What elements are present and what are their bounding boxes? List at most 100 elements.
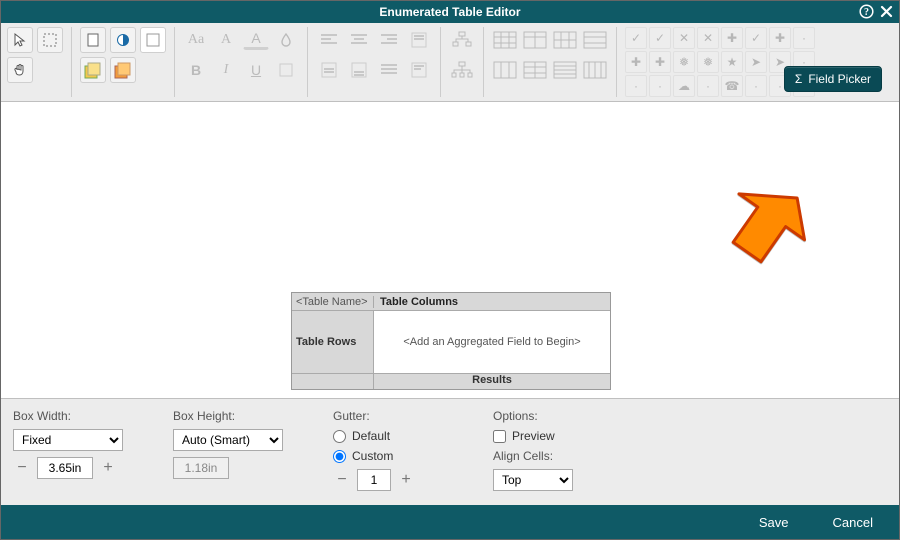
- align-cells-label: Align Cells:: [493, 449, 613, 463]
- table-c-icon[interactable]: [552, 27, 578, 53]
- style-more-icon[interactable]: [273, 57, 299, 83]
- preview-checkbox[interactable]: Preview: [493, 429, 613, 443]
- text-box-icon[interactable]: [406, 57, 432, 83]
- box-width-spin: − +: [13, 457, 133, 479]
- font-family-icon[interactable]: A: [213, 27, 239, 53]
- symbol-cell[interactable]: ✓: [745, 27, 767, 49]
- font-color-icon[interactable]: A: [243, 27, 269, 50]
- symbol-cell[interactable]: ✚: [769, 27, 791, 49]
- symbol-cell[interactable]: ·: [697, 75, 719, 97]
- symbol-cell[interactable]: ✕: [673, 27, 695, 49]
- symbol-cell[interactable]: ✕: [697, 27, 719, 49]
- valign-middle-icon[interactable]: [316, 57, 342, 83]
- italic-icon[interactable]: I: [213, 57, 239, 83]
- options-group: Options: Preview Align Cells: Top: [493, 409, 613, 491]
- window: Enumerated Table Editor ?: [0, 0, 900, 540]
- align-center-icon[interactable]: [346, 27, 372, 53]
- symbol-cell[interactable]: ❅: [697, 51, 719, 73]
- table-b-icon[interactable]: [522, 27, 548, 53]
- stack-yellow-icon[interactable]: [80, 57, 106, 83]
- tool-group-align: [316, 27, 441, 97]
- toolbar: Aa A A B I U: [1, 23, 899, 102]
- box-width-group: Box Width: Fixed − +: [13, 409, 133, 491]
- symbol-cell[interactable]: ·: [745, 75, 767, 97]
- font-size-icon[interactable]: Aa: [183, 27, 209, 53]
- page-icon[interactable]: [80, 27, 106, 53]
- contrast-icon[interactable]: [110, 27, 136, 53]
- justify-icon[interactable]: [376, 57, 402, 83]
- preview-label: Preview: [512, 429, 555, 443]
- symbol-cell[interactable]: ·: [793, 27, 815, 49]
- gutter-decrease-button[interactable]: −: [333, 469, 351, 491]
- symbol-cell[interactable]: ❅: [673, 51, 695, 73]
- stack-orange-icon[interactable]: [110, 57, 136, 83]
- symbol-cell[interactable]: ·: [649, 75, 671, 97]
- field-picker-button[interactable]: Σ Field Picker: [784, 66, 882, 92]
- window-title: Enumerated Table Editor: [379, 5, 520, 19]
- box-width-decrease-button[interactable]: −: [13, 457, 31, 479]
- gutter-default-radio[interactable]: Default: [333, 429, 453, 443]
- enumerated-table[interactable]: <Table Name> Table Columns Table Rows <A…: [291, 292, 611, 390]
- align-left-icon[interactable]: [316, 27, 342, 53]
- table-h-icon[interactable]: [582, 57, 608, 83]
- table-name-cell[interactable]: <Table Name>: [292, 296, 374, 308]
- callout-arrow-icon: [721, 180, 811, 270]
- table-rows-header[interactable]: Table Rows: [292, 311, 374, 373]
- tree-icon[interactable]: [449, 57, 475, 83]
- field-picker-label: Field Picker: [808, 72, 871, 86]
- valign-top-icon[interactable]: [406, 27, 432, 53]
- table-g-icon[interactable]: [552, 57, 578, 83]
- box-width-mode-select[interactable]: Fixed: [13, 429, 123, 451]
- symbol-cell[interactable]: ➤: [745, 51, 767, 73]
- tool-group-selection: [7, 27, 72, 97]
- box-height-input: [173, 457, 229, 479]
- underline-icon[interactable]: U: [243, 57, 269, 83]
- blank-page-icon[interactable]: [140, 27, 166, 53]
- save-button[interactable]: Save: [759, 515, 789, 530]
- tool-group-font: Aa A A B I U: [183, 27, 308, 97]
- bold-icon[interactable]: B: [183, 57, 209, 83]
- table-columns-header[interactable]: Table Columns: [374, 296, 610, 308]
- help-icon[interactable]: ?: [859, 4, 874, 21]
- cancel-button[interactable]: Cancel: [833, 515, 873, 530]
- gutter-spin: − +: [333, 469, 453, 491]
- symbol-cell[interactable]: ✓: [649, 27, 671, 49]
- pointer-tool-icon[interactable]: [7, 27, 33, 53]
- title-bar: Enumerated Table Editor ?: [1, 1, 899, 23]
- align-cells-select[interactable]: Top: [493, 469, 573, 491]
- marquee-tool-icon[interactable]: [37, 27, 63, 53]
- symbol-cell[interactable]: ✚: [721, 27, 743, 49]
- table-results-label: Results: [374, 374, 610, 389]
- symbol-cell[interactable]: ☎: [721, 75, 743, 97]
- gutter-default-label: Default: [352, 429, 390, 443]
- symbol-cell[interactable]: ★: [721, 51, 743, 73]
- close-icon[interactable]: [880, 5, 893, 20]
- gutter-input[interactable]: [357, 469, 391, 491]
- table-d-icon[interactable]: [582, 27, 608, 53]
- pan-tool-icon[interactable]: [7, 57, 33, 83]
- symbol-cell[interactable]: ✚: [649, 51, 671, 73]
- box-width-label: Box Width:: [13, 409, 133, 423]
- symbol-cell[interactable]: ✓: [625, 27, 647, 49]
- box-width-increase-button[interactable]: +: [99, 457, 117, 479]
- table-e-icon[interactable]: [492, 57, 518, 83]
- tool-group-structure: [449, 27, 484, 97]
- box-height-mode-select[interactable]: Auto (Smart): [173, 429, 283, 451]
- table-a-icon[interactable]: [492, 27, 518, 53]
- table-center-placeholder[interactable]: <Add an Aggregated Field to Begin>: [374, 311, 610, 373]
- box-width-input[interactable]: [37, 457, 93, 479]
- opacity-icon[interactable]: [273, 27, 299, 53]
- table-footer-spacer: [292, 374, 374, 389]
- properties-panel: Box Width: Fixed − + Box Height: Auto (S…: [1, 398, 899, 505]
- gutter-increase-button[interactable]: +: [397, 469, 415, 491]
- sigma-icon: Σ: [795, 72, 802, 86]
- table-f-icon[interactable]: [522, 57, 548, 83]
- symbol-cell[interactable]: ·: [625, 75, 647, 97]
- org-chart-icon[interactable]: [449, 27, 475, 53]
- symbol-cell[interactable]: ✚: [625, 51, 647, 73]
- gutter-custom-radio[interactable]: Custom: [333, 449, 453, 463]
- align-right-icon[interactable]: [376, 27, 402, 53]
- canvas: <Table Name> Table Columns Table Rows <A…: [1, 102, 899, 398]
- valign-bottom-icon[interactable]: [346, 57, 372, 83]
- symbol-cell[interactable]: ☁: [673, 75, 695, 97]
